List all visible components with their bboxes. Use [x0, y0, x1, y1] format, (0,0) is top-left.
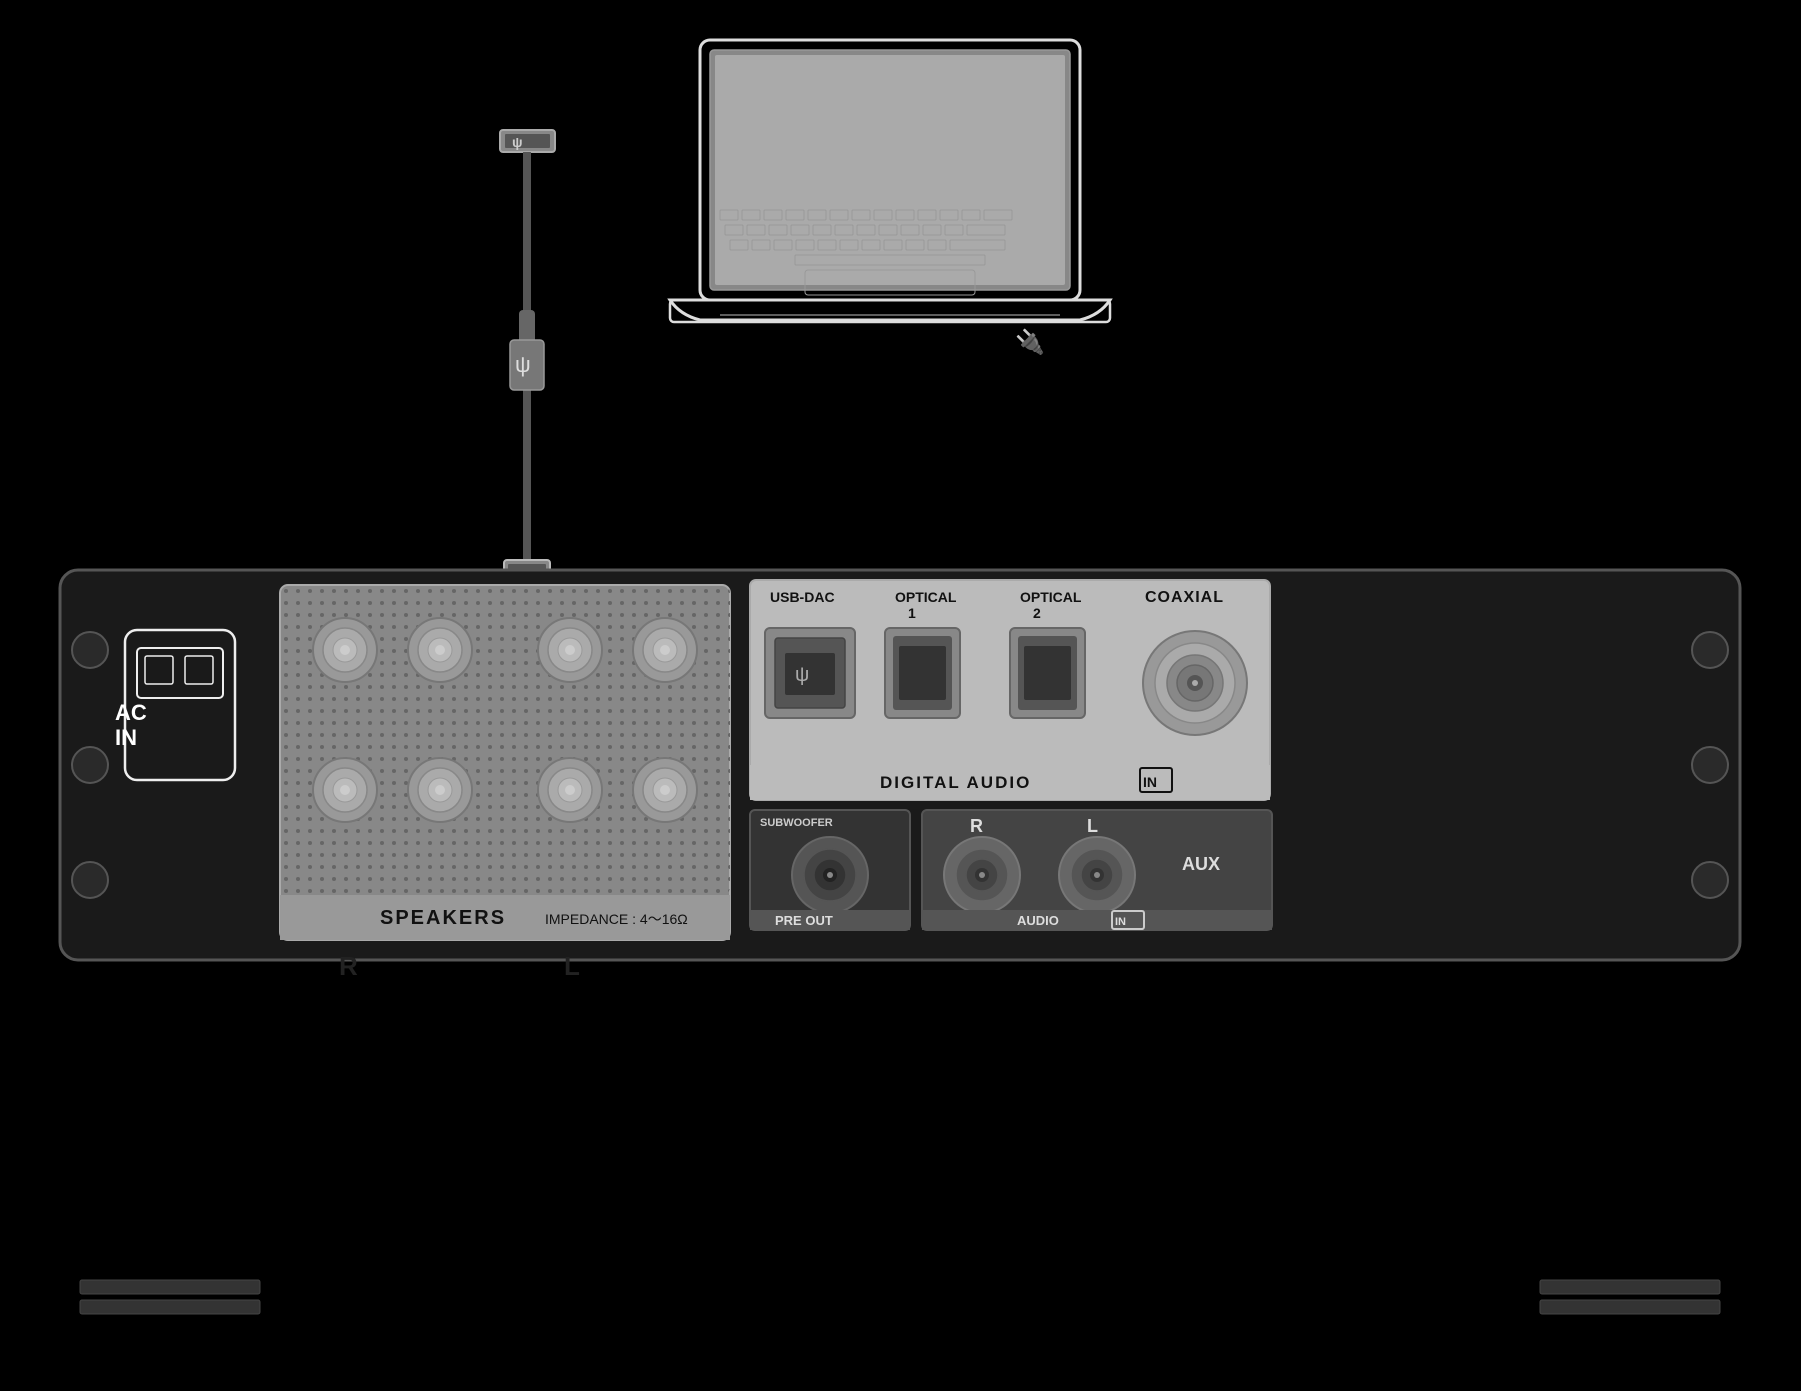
diagram-container: 🔌 ψ ψ — [0, 0, 1801, 1386]
usb-dac-label: USB-DAC — [770, 589, 835, 605]
svg-text:L: L — [564, 951, 580, 981]
ac-in-label: AC — [115, 700, 147, 725]
main-diagram-svg: 🔌 ψ ψ — [0, 0, 1801, 1386]
svg-text:ψ: ψ — [515, 352, 531, 377]
svg-text:IN: IN — [115, 725, 137, 750]
speakers-section: R L — [280, 585, 730, 981]
audio-in-section: R L AUX AUDIO — [922, 810, 1272, 930]
digital-audio-section: USB-DAC OPTICAL 1 OPTICAL 2 COAXIAL ψ — [750, 580, 1270, 800]
svg-text:1: 1 — [908, 605, 916, 621]
svg-text:ψ: ψ — [512, 134, 523, 150]
digital-audio-label: DIGITAL AUDIO — [880, 773, 1031, 792]
digital-audio-in-badge: IN — [1143, 774, 1157, 790]
amplifier-panel: AC IN — [60, 570, 1740, 981]
impedance-label: IMPEDANCE : 4～16Ω — [545, 911, 688, 927]
pre-out-section: SUBWOOFER PRE OUT — [750, 810, 910, 930]
optical2-label: OPTICAL — [1020, 589, 1082, 605]
svg-text:🔌: 🔌 — [1015, 328, 1045, 356]
svg-text:2: 2 — [1033, 605, 1041, 621]
optical1-label: OPTICAL — [895, 589, 957, 605]
audio-in-badge: IN — [1115, 916, 1126, 928]
l-channel-label: L — [1087, 816, 1098, 836]
subwoofer-label: SUBWOOFER — [760, 817, 833, 829]
speakers-label: SPEAKERS — [380, 907, 506, 929]
r-channel-label: R — [970, 816, 983, 836]
svg-text:R: R — [339, 951, 358, 981]
aux-label: AUX — [1182, 854, 1220, 874]
svg-text:ψ: ψ — [795, 664, 809, 686]
coaxial-label: COAXIAL — [1145, 589, 1224, 606]
usb-plug-laptop: ψ — [500, 130, 555, 152]
pre-out-label: PRE OUT — [775, 913, 833, 928]
audio-label: AUDIO — [1017, 913, 1059, 928]
